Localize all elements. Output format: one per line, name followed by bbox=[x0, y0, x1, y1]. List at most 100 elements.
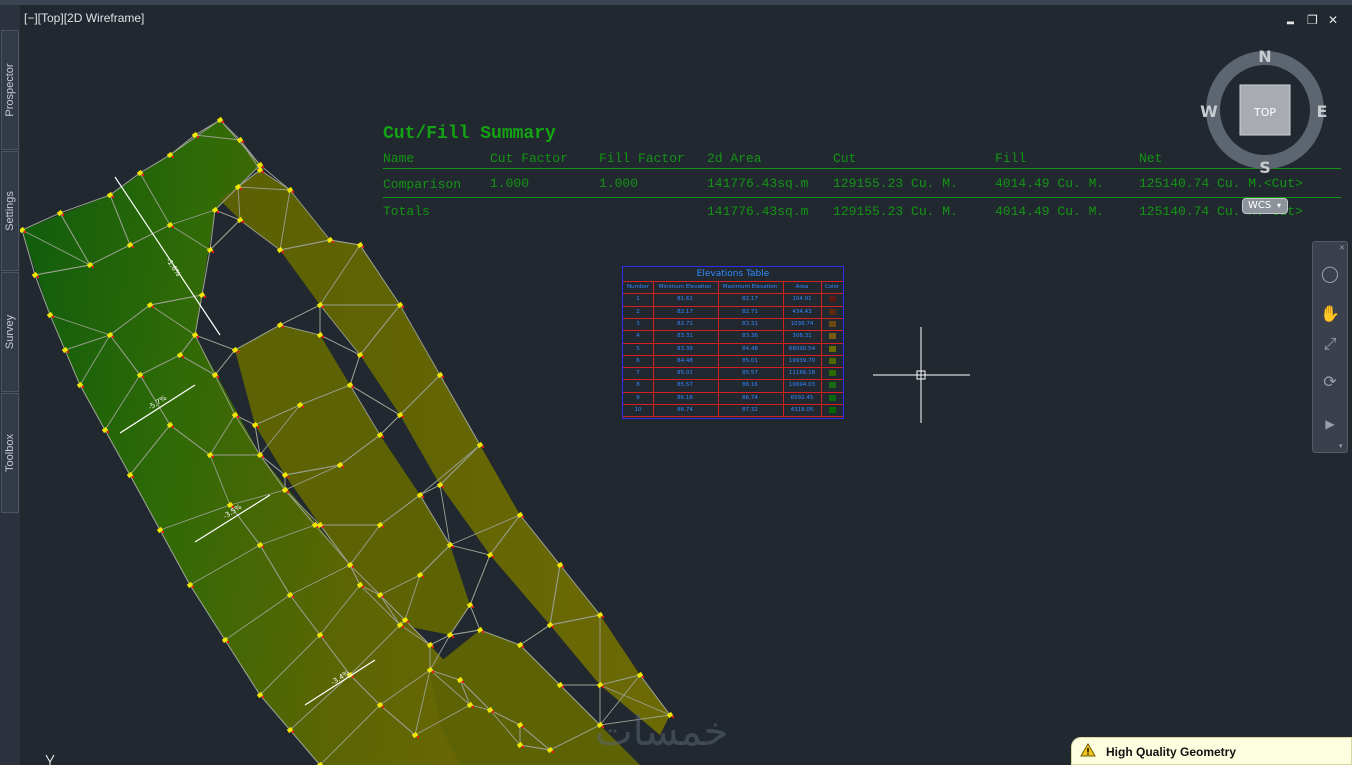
survey-point-marker bbox=[461, 680, 465, 684]
tin-edge bbox=[519, 624, 551, 646]
tin-edge bbox=[209, 219, 241, 251]
survey-point-marker bbox=[261, 170, 265, 174]
showmotion-icon[interactable]: ▶ bbox=[1318, 414, 1342, 434]
tab-toolbox[interactable]: Toolbox bbox=[1, 393, 19, 513]
orbit-icon[interactable]: ⟳ bbox=[1318, 372, 1342, 392]
survey-point-marker bbox=[236, 415, 240, 419]
tin-edge bbox=[469, 554, 491, 606]
survey-point-marker bbox=[171, 225, 175, 229]
table-gridline bbox=[623, 330, 843, 332]
viewcube[interactable]: TOP N S E W bbox=[1200, 45, 1330, 175]
warning-icon bbox=[1080, 743, 1096, 757]
color-swatch bbox=[829, 357, 836, 364]
survey-point-marker bbox=[431, 645, 435, 649]
survey-point-marker bbox=[236, 350, 240, 354]
survey-point-marker bbox=[171, 155, 175, 159]
color-swatch bbox=[829, 382, 836, 389]
cut-fill-title: Cut/Fill Summary bbox=[383, 124, 556, 144]
tab-settings[interactable]: Settings bbox=[1, 151, 19, 271]
color-swatch bbox=[829, 296, 836, 303]
survey-point-marker bbox=[211, 250, 215, 254]
survey-point-marker bbox=[141, 173, 145, 177]
viewcube-west[interactable]: W bbox=[1200, 102, 1218, 121]
table-cell: 84.48 bbox=[742, 345, 758, 352]
survey-point-marker bbox=[321, 525, 325, 529]
viewcube-east[interactable]: E bbox=[1317, 102, 1328, 121]
survey-point-marker bbox=[281, 250, 285, 254]
table-cell: 308.31 bbox=[792, 333, 812, 340]
table-gridline bbox=[623, 342, 843, 344]
table-cell: 1038.74 bbox=[790, 320, 814, 327]
survey-point-marker bbox=[351, 675, 355, 679]
tab-toolbox-label: Toolbox bbox=[4, 434, 16, 472]
ucs-icon bbox=[45, 754, 55, 765]
viewport-label[interactable]: [−][Top][2D Wireframe] bbox=[24, 11, 144, 25]
navbar-expand-icon[interactable]: ▾ bbox=[1339, 442, 1343, 450]
survey-point-marker bbox=[181, 355, 185, 359]
high-quality-geometry-notification[interactable]: High Quality Geometry bbox=[1071, 737, 1352, 765]
navigation-bar[interactable]: ✕ ◯ ✋ ⤢ ⟳ ▶ ▾ bbox=[1312, 241, 1348, 453]
table-cell: 10694.03 bbox=[788, 382, 816, 389]
table-cell: 82.71 bbox=[742, 308, 758, 315]
table-cell: 86.16 bbox=[742, 382, 758, 389]
survey-point-marker bbox=[551, 625, 555, 629]
survey-point-marker bbox=[641, 675, 645, 679]
survey-point-marker bbox=[481, 630, 485, 634]
survey-point-marker bbox=[111, 195, 115, 199]
survey-point-marker bbox=[151, 305, 155, 309]
zoom-extents-icon[interactable]: ⤢ bbox=[1318, 334, 1342, 354]
survey-point-marker bbox=[521, 515, 525, 519]
steering-wheel-icon[interactable]: ◯ bbox=[1318, 264, 1342, 284]
crosshair-cursor bbox=[873, 327, 970, 423]
table-cell: 11166.18 bbox=[788, 370, 816, 377]
color-swatch bbox=[829, 394, 836, 401]
cf-row2-area: 141776.43sq.m bbox=[707, 204, 809, 219]
viewport-minimize-button[interactable]: ▂ bbox=[1287, 15, 1294, 25]
survey-point-marker bbox=[381, 705, 385, 709]
survey-point-marker bbox=[521, 725, 525, 729]
survey-point-marker bbox=[239, 187, 243, 191]
survey-point-marker bbox=[211, 455, 215, 459]
survey-point-marker bbox=[131, 245, 135, 249]
survey-point-marker bbox=[406, 620, 410, 624]
tab-survey[interactable]: Survey bbox=[1, 272, 19, 392]
table-gridline bbox=[718, 281, 719, 417]
tin-edge bbox=[469, 604, 481, 631]
survey-point-marker bbox=[291, 730, 295, 734]
viewcube-face-label: TOP bbox=[1253, 106, 1276, 119]
elevations-table[interactable]: Elevations Table Number Minimum Elevation… bbox=[622, 266, 844, 419]
viewcube-north[interactable]: N bbox=[1258, 47, 1271, 66]
table-gridline bbox=[623, 367, 843, 369]
survey-point-marker bbox=[361, 245, 365, 249]
survey-point-marker bbox=[191, 585, 195, 589]
viewcube-south[interactable]: S bbox=[1259, 158, 1271, 175]
table-gridline bbox=[623, 404, 843, 405]
tab-prospector-label: Prospector bbox=[4, 63, 16, 117]
survey-point-marker bbox=[561, 685, 565, 689]
survey-point-marker bbox=[331, 240, 335, 244]
color-swatch bbox=[829, 308, 836, 315]
drawing-viewport[interactable]: -1.6% -5.7% -3.5% -3.4% خمسات [−][Top][2… bbox=[20, 5, 1352, 765]
pan-hand-icon[interactable]: ✋ bbox=[1318, 304, 1342, 324]
notification-text: High Quality Geometry bbox=[1106, 745, 1237, 759]
survey-point-marker bbox=[471, 605, 475, 609]
table-cell: 82.17 bbox=[742, 296, 758, 303]
survey-point-marker bbox=[256, 425, 260, 429]
survey-point-marker bbox=[131, 475, 135, 479]
table-cell: 6592.45 bbox=[790, 394, 814, 401]
cf-header-name: Name bbox=[383, 151, 415, 166]
navbar-close-icon[interactable]: ✕ bbox=[1339, 244, 1345, 252]
survey-point-marker bbox=[23, 230, 27, 234]
survey-point-marker bbox=[141, 375, 145, 379]
tab-prospector[interactable]: Prospector bbox=[1, 30, 19, 150]
survey-point-marker bbox=[416, 735, 420, 739]
survey-point-marker bbox=[421, 495, 425, 499]
cf-row1-area: 141776.43sq.m bbox=[707, 176, 809, 191]
table-cell: 86.74 bbox=[677, 407, 693, 413]
viewport-close-button[interactable]: ✕ bbox=[1328, 13, 1338, 27]
survey-point-marker bbox=[491, 555, 495, 559]
viewport-restore-button[interactable]: ❐ bbox=[1307, 13, 1318, 27]
wcs-menu-button[interactable]: WCS ▾ bbox=[1242, 198, 1288, 214]
table-gridline bbox=[623, 293, 843, 295]
survey-point-marker bbox=[66, 350, 70, 354]
